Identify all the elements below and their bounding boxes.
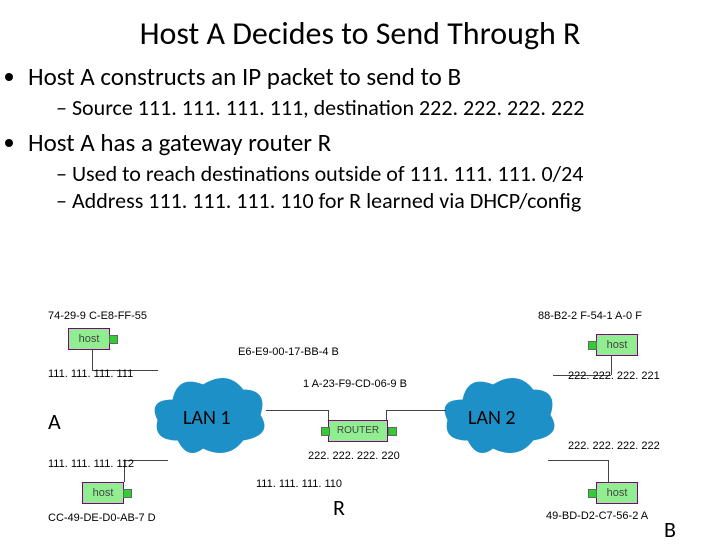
host-a-box: host (68, 328, 110, 350)
bullet-1a: Source 111. 111. 111. 111, destination 2… (56, 94, 720, 121)
anchor-icon (123, 489, 132, 498)
anchor-icon (388, 427, 397, 436)
label-r: R (333, 494, 345, 521)
anchor-icon (321, 427, 330, 436)
mac-host-b: 49-BD-D2-C7-56-2 A (546, 510, 648, 522)
bullet-2a: Used to reach destinations outside of 11… (56, 160, 720, 187)
bullet-2b: Address 111. 111. 111. 110 for R learned… (56, 187, 720, 214)
label-b: B (664, 516, 676, 543)
host-b-box: host (596, 482, 638, 504)
bullet-1: Host A constructs an IP packet to send t… (28, 61, 720, 92)
label-lan2: LAN 2 (468, 406, 516, 430)
anchor-icon (109, 335, 118, 344)
ip-host-b: 222. 222. 222. 222 (568, 440, 660, 452)
mac-host-d: 88-B2-2 F-54-1 A-0 F (538, 310, 642, 322)
mac-router-left: E6-E9-00-17-BB-4 B (238, 346, 339, 358)
mac-host-c: CC-49-DE-D0-AB-7 D (48, 512, 156, 524)
anchor-icon (588, 341, 597, 350)
ip-host-c: 111. 111. 111. 112 (48, 458, 134, 470)
slide-title: Host A Decides to Send Through R (0, 14, 720, 53)
mac-host-a: 74-29-9 C-E8-FF-55 (48, 310, 147, 322)
ip-router-left: 111. 111. 111. 110 (256, 478, 342, 490)
anchor-icon (588, 489, 597, 498)
ip-host-a: 111. 111. 111. 111 (48, 368, 133, 380)
router-box: ROUTER (328, 420, 388, 442)
bullet-list: Host A constructs an IP packet to send t… (28, 61, 720, 214)
label-a: A (48, 408, 61, 435)
mac-router-right: 1 A-23-F9-CD-06-9 B (303, 378, 407, 390)
host-c-box: host (82, 482, 124, 504)
ip-host-d: 222. 222. 222. 221 (568, 370, 660, 382)
ip-router-right: 222. 222. 222. 220 (308, 450, 400, 462)
network-diagram: 74-29-9 C-E8-FF-55 host 111. 111. 111. 1… (48, 310, 688, 540)
label-lan1: LAN 1 (183, 406, 231, 430)
bullet-2: Host A has a gateway router R (28, 127, 720, 158)
host-d-box: host (596, 334, 638, 356)
